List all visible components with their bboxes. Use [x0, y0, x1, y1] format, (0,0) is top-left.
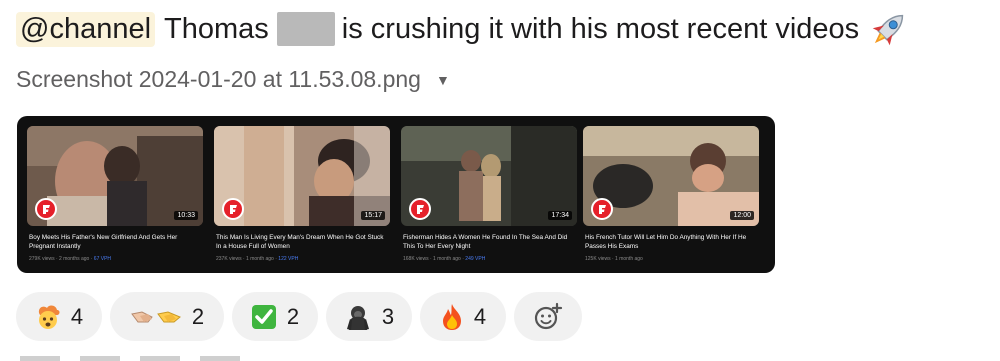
video-title: This Man Is Living Every Man's Dream Whe…	[216, 234, 384, 250]
video-duration: 12:00	[730, 211, 754, 220]
video-duration: 10:33	[174, 211, 198, 220]
exploding-head-icon	[35, 304, 61, 330]
channel-logo	[222, 198, 244, 220]
video-thumbnail: 12:00	[583, 126, 759, 226]
video-vph: 249 VPH	[465, 256, 486, 262]
video-thumbnail: 17:34	[401, 126, 577, 226]
channel-logo	[35, 198, 57, 220]
video-title: Fisherman Hides A Women He Found In The …	[403, 234, 568, 250]
video-meta: 168K views · 1 month ago · 249 VPH	[403, 256, 486, 262]
video-title: His French Tutor Will Let Him Do Anythin…	[585, 234, 747, 250]
video-card: 12:00 His French Tutor Will Let Him Do A…	[583, 126, 759, 262]
video-age: 1 month ago	[433, 256, 461, 262]
attachment-filename: Screenshot 2024-01-20 at 11.53.08.png	[16, 66, 421, 92]
caret-down-icon[interactable]: ▼	[436, 72, 450, 88]
fire-icon	[440, 303, 464, 331]
video-title: Boy Meets His Father's New Girlfriend An…	[29, 234, 178, 250]
rocket-icon	[867, 8, 911, 50]
video-card: 15:17 This Man Is Living Every Man's Dre…	[214, 126, 390, 262]
video-meta: 279K views · 2 months ago · 67 VPH	[29, 256, 112, 262]
video-age: 1 month ago	[246, 256, 274, 262]
video-thumbnail: 15:17	[214, 126, 390, 226]
video-age: 1 month ago	[615, 256, 643, 262]
video-views: 168K views	[403, 256, 429, 262]
gorilla-icon	[344, 303, 372, 331]
channel-mention[interactable]: @channel	[16, 11, 156, 47]
video-card: 10:33 Boy Meets His Father's New Girlfri…	[27, 126, 203, 262]
sender-name: Thomas	[164, 12, 269, 45]
handshake-icon	[130, 304, 182, 330]
message-body: is crushing it with his most recent vide…	[341, 12, 860, 45]
check-mark-button-icon	[251, 304, 277, 330]
reaction-handshake[interactable]: 2	[110, 292, 224, 341]
video-meta: 125K views · 1 month ago	[585, 256, 643, 262]
reaction-count: 2	[286, 303, 300, 329]
video-views: 125K views	[585, 256, 611, 262]
reaction-count: 4	[473, 303, 487, 329]
reaction-fire[interactable]: 4	[420, 292, 506, 341]
video-views: 279K views	[29, 256, 55, 262]
video-duration: 15:17	[361, 211, 385, 220]
video-views: 237K views	[216, 256, 242, 262]
video-card: 17:34 Fisherman Hides A Women He Found I…	[401, 126, 577, 262]
message-text: @channel Thomas is crushing it with his …	[16, 8, 911, 50]
reaction-count: 4	[70, 303, 84, 329]
video-vph: 122 VPH	[278, 256, 299, 262]
channel-logo	[409, 198, 431, 220]
reaction-gorilla[interactable]: 3	[326, 292, 412, 341]
attachment-image[interactable]: 10:33 Boy Meets His Father's New Girlfri…	[17, 116, 775, 273]
channel-logo	[591, 198, 613, 220]
redacted-surname	[276, 12, 335, 46]
next-message-edge	[20, 356, 260, 361]
add-reaction-button[interactable]	[514, 292, 582, 341]
video-meta: 237K views · 1 month ago · 122 VPH	[216, 256, 299, 262]
video-vph: 67 VPH	[93, 256, 112, 262]
reaction-count: 3	[381, 303, 395, 329]
reaction-bar: 4 2 2 3 4	[16, 292, 590, 341]
reaction-exploding-head[interactable]: 4	[16, 292, 102, 341]
video-age: 2 months ago	[59, 256, 90, 262]
attachment-filename-row[interactable]: Screenshot 2024-01-20 at 11.53.08.png ▼	[16, 66, 450, 93]
reaction-count: 2	[191, 303, 205, 329]
reaction-check-mark[interactable]: 2	[232, 292, 318, 341]
video-duration: 17:34	[548, 211, 572, 220]
add-reaction-icon	[533, 302, 563, 332]
video-thumbnail: 10:33	[27, 126, 203, 226]
